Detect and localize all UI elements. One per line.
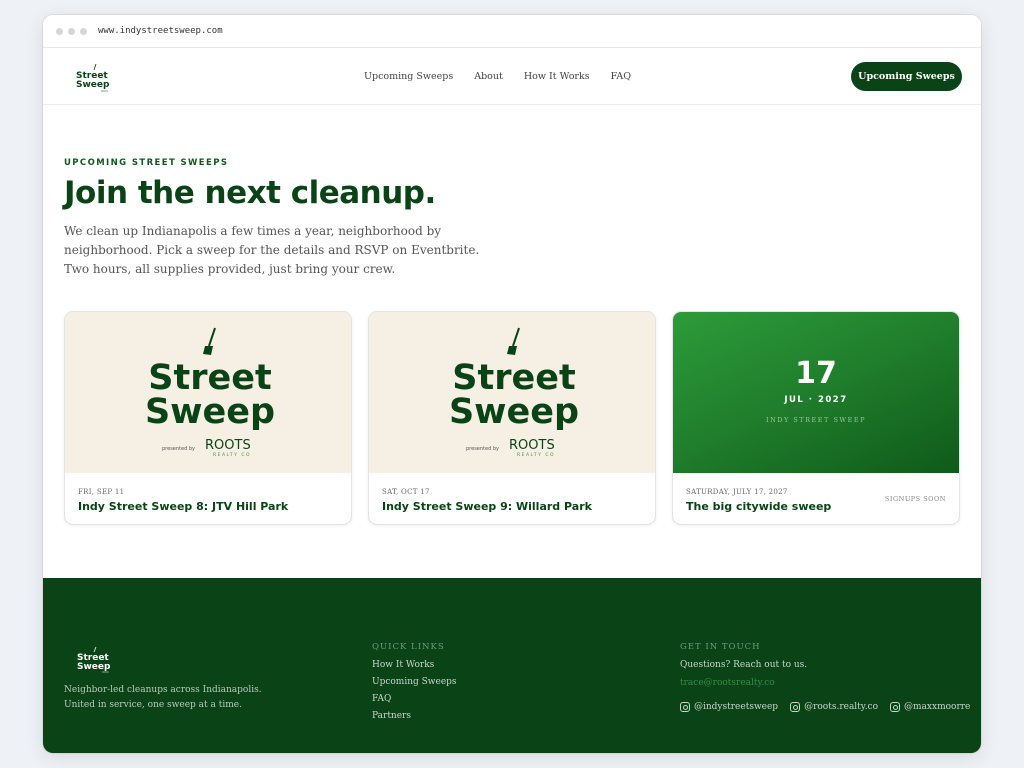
logo-line-2: Sweep	[76, 80, 110, 90]
instagram-icon	[680, 702, 690, 712]
sweep-card[interactable]: Street Sweep presented by ROOTS REALTY C…	[368, 311, 656, 525]
site-footer: Street Sweep Neighbor-led cleanups acros…	[43, 578, 981, 753]
svg-text:Sweep: Sweep	[449, 392, 579, 432]
street-sweep-logo[interactable]: Street Sweep	[76, 63, 112, 93]
svg-text:ROOTS: ROOTS	[509, 438, 555, 453]
status-badge: SIGNUPS SOON	[884, 495, 946, 503]
contact-heading: GET IN TOUCH	[680, 642, 761, 652]
quick-links-heading: QUICK LINKS	[372, 642, 445, 652]
footer-link-partners[interactable]: Partners	[372, 711, 457, 721]
instagram-icon	[790, 702, 801, 712]
nav-about[interactable]: About	[474, 71, 503, 82]
social-link-maxxmoorre[interactable]: @maxxmoorre	[890, 702, 970, 712]
page-title: Join the next cleanup.	[64, 175, 436, 211]
contact-column: GET IN TOUCH Questions? Reach out to us.…	[680, 642, 981, 712]
footer-tagline: Neighbor-led cleanups across Indianapoli…	[64, 685, 262, 710]
hero-section: UPCOMING STREET SWEEPS Join the next cle…	[64, 158, 524, 279]
window-maximize-dot[interactable]	[80, 27, 87, 35]
sweep-card-month-year: JUL · 2027	[784, 395, 848, 405]
street-sweep-artwork: Street Sweep presented by ROOTS REALTY C…	[145, 327, 275, 458]
sweep-card-title[interactable]: Indy Street Sweep 8: JTV Hill Park	[78, 500, 338, 513]
nav-faq[interactable]: FAQ	[611, 71, 631, 82]
sweep-card-title[interactable]: Indy Street Sweep 9: Willard Park	[382, 500, 642, 513]
sweep-card-date: SAT, OCT 17	[382, 488, 430, 496]
nav-upcoming-sweeps[interactable]: Upcoming Sweeps	[364, 71, 453, 82]
window-close-dot[interactable]	[56, 27, 63, 35]
sweep-card[interactable]: 17 JUL · 2027 INDY STREET SWEEP SATURDAY…	[672, 311, 960, 525]
sweep-card-day: 17	[795, 356, 837, 391]
sweep-card[interactable]: Street Sweep presented by ROOTS REALTY C…	[64, 311, 352, 525]
contact-text: Questions? Reach out to us.	[680, 660, 808, 670]
hero-eyebrow: UPCOMING STREET SWEEPS	[64, 158, 229, 168]
svg-text:REALTY CO: REALTY CO	[517, 452, 555, 458]
social-links: @indystreetsweep @roots.realty.co @maxxm…	[680, 702, 981, 712]
sweep-card-image: Street Sweep presented by ROOTS REALTY C…	[369, 312, 655, 473]
site-header: Street Sweep Upcoming Sweeps About How I…	[43, 48, 981, 105]
hero-lead: We clean up Indianapolis a few times a y…	[64, 224, 480, 276]
sweep-card-image: Street Sweep presented by ROOTS REALTY C…	[65, 312, 351, 473]
nav-how-it-works[interactable]: How It Works	[524, 71, 590, 82]
svg-text:Sweep: Sweep	[145, 392, 275, 432]
svg-text:Sweep: Sweep	[77, 662, 111, 672]
social-link-indystreetsweep[interactable]: @indystreetsweep	[680, 702, 778, 712]
footer-link-upcoming-sweeps[interactable]: Upcoming Sweeps	[372, 677, 457, 687]
broom-icon	[203, 346, 213, 355]
svg-text:presented by: presented by	[162, 446, 195, 452]
street-sweep-logo[interactable]: Street Sweep	[76, 646, 112, 674]
sweep-card-tag: INDY STREET SWEEP	[766, 416, 866, 424]
window-minimize-dot[interactable]	[68, 27, 75, 35]
svg-text:presented by: presented by	[466, 446, 499, 452]
main-nav: Upcoming Sweeps About How It Works FAQ	[364, 71, 652, 82]
svg-text:ROOTS: ROOTS	[205, 438, 251, 453]
social-link-roots-realty[interactable]: @roots.realty.co	[790, 702, 878, 712]
browser-window: www.indystreetsweep.com Street Sweep Upc…	[43, 15, 981, 753]
upcoming-sweeps-button[interactable]: Upcoming Sweeps	[851, 62, 962, 91]
sweep-card-date: FRI, SEP 11	[78, 488, 125, 496]
instagram-icon	[890, 702, 901, 712]
footer-link-how-it-works[interactable]: How It Works	[372, 660, 457, 670]
svg-text:REALTY CO: REALTY CO	[213, 452, 251, 458]
street-sweep-artwork: Street Sweep presented by ROOTS REALTY C…	[449, 327, 579, 458]
broom-icon	[507, 346, 517, 355]
quick-links-column: QUICK LINKS How It Works Upcoming Sweeps…	[372, 642, 457, 728]
sweep-card-image: 17 JUL · 2027 INDY STREET SWEEP	[673, 312, 959, 473]
footer-link-faq[interactable]: FAQ	[372, 694, 457, 704]
address-bar[interactable]: www.indystreetsweep.com	[98, 26, 223, 36]
sweep-cards: Street Sweep presented by ROOTS REALTY C…	[64, 311, 960, 525]
contact-email-link[interactable]: trace@rootsrealty.co	[680, 678, 981, 688]
browser-toolbar: www.indystreetsweep.com	[43, 15, 981, 48]
